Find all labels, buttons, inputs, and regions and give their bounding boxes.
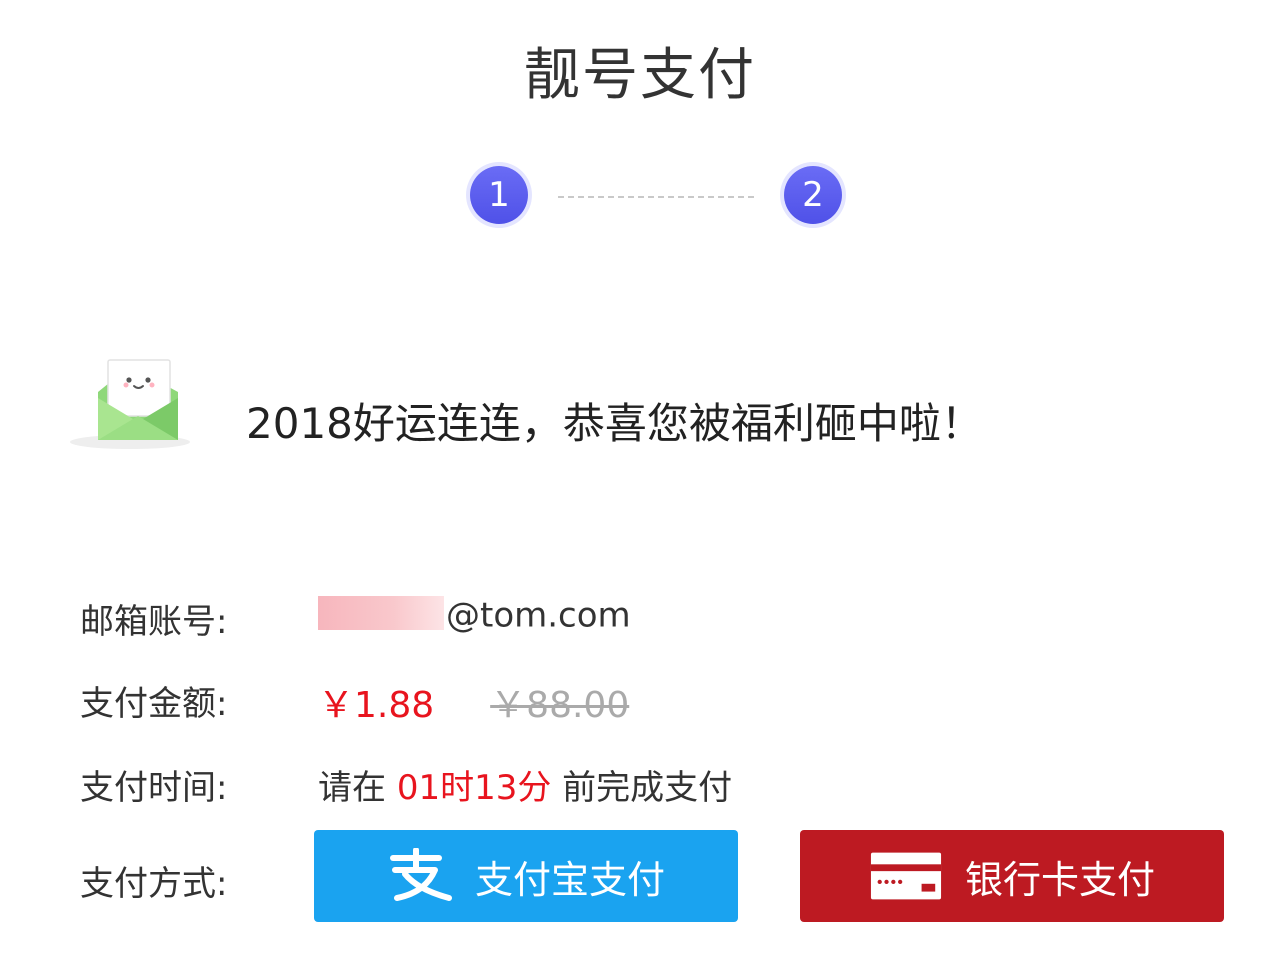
- step-indicator: 1 2: [0, 166, 1280, 226]
- method-label: 支付方式:: [80, 864, 228, 904]
- alipay-button[interactable]: 支付宝支付: [314, 830, 738, 922]
- time-label: 支付时间:: [80, 768, 228, 808]
- email-label: 邮箱账号:: [80, 602, 228, 642]
- countdown: 01时13分: [396, 768, 552, 808]
- page-title: 靓号支付: [524, 43, 756, 108]
- time-suffix: 前完成支付: [562, 768, 733, 808]
- email-value: @tom.com: [318, 594, 631, 636]
- bank-card-label: 银行卡支付: [964, 857, 1155, 902]
- time-prefix: 请在: [318, 768, 386, 808]
- alipay-icon: [389, 848, 452, 901]
- amount-row: 支付金额: ￥1.88 ￥88.00: [80, 676, 1230, 736]
- current-price: ￥1.88: [318, 685, 435, 726]
- original-price: ￥88.00: [490, 685, 630, 726]
- amount-label: 支付金额:: [80, 684, 228, 724]
- bank-card-button[interactable]: 银行卡支付: [800, 830, 1224, 922]
- email-domain: @tom.com: [446, 595, 631, 636]
- time-row: 支付时间: 请在 01时13分 前完成支付: [80, 760, 1230, 820]
- time-value: 请在 01时13分 前完成支付: [318, 760, 732, 809]
- method-row: 支付方式: 支付宝支付 银行卡支付: [80, 830, 1230, 922]
- step-1-circle: 1: [470, 166, 528, 224]
- step-connector: [558, 196, 754, 198]
- congrats-banner: 2018好运连连，恭喜您被福利砸中啦！: [68, 352, 1218, 452]
- envelope-smile-icon: [70, 359, 190, 449]
- congrats-text: 2018好运连连，恭喜您被福利砸中啦！: [246, 399, 983, 448]
- email-redacted-mask: [318, 595, 444, 630]
- email-row: 邮箱账号: @tom.com: [80, 594, 1230, 654]
- bank-card-icon: [870, 852, 942, 900]
- step-2-circle: 2: [784, 166, 842, 224]
- alipay-label: 支付宝支付: [474, 857, 665, 902]
- amount-value: ￥1.88 ￥88.00: [318, 676, 629, 728]
